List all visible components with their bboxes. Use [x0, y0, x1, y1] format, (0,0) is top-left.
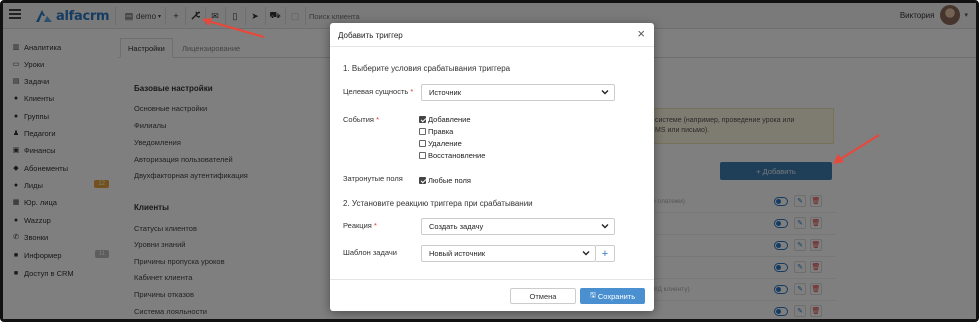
- dialog-title: Добавить триггер: [338, 31, 403, 40]
- checkbox-checked-icon[interactable]: [419, 177, 426, 184]
- chevron-down-icon: [582, 251, 590, 256]
- task-template-select[interactable]: Новый источник: [421, 245, 596, 262]
- any-fields-checkbox[interactable]: Любые поля: [419, 175, 471, 186]
- checkbox-icon[interactable]: [419, 140, 426, 147]
- label-text: Реакция: [343, 221, 372, 230]
- annotation-arrow-icon: [833, 134, 880, 164]
- required-marker: *: [410, 87, 414, 96]
- step-2-title: 2. Установите реакцию триггера при сраба…: [343, 199, 533, 208]
- checkbox-checked-icon[interactable]: [419, 116, 426, 123]
- checkbox-label: Добавление: [428, 115, 471, 124]
- checkbox-icon[interactable]: [419, 152, 426, 159]
- select-value: Новый источник: [429, 249, 486, 258]
- event-checkbox-edit[interactable]: Правка: [419, 126, 453, 137]
- label-text: События: [343, 115, 374, 124]
- affected-fields-label: Затронутые поля: [343, 174, 403, 183]
- app-window: alfacrm ▤ demo ▾ + ✉ ▯ ➤ ⛟ ▢ Виктория: [0, 0, 979, 322]
- checkbox-icon[interactable]: [419, 128, 426, 135]
- save-button[interactable]: 🖫 Сохранить: [580, 288, 645, 304]
- select-value: Источник: [429, 88, 462, 97]
- event-checkbox-add[interactable]: Добавление: [419, 114, 471, 125]
- target-entity-select[interactable]: Источник: [421, 84, 615, 101]
- checkbox-label: Удаление: [428, 139, 462, 148]
- save-label: Сохранить: [597, 291, 636, 301]
- chevron-down-icon: [601, 90, 609, 95]
- events-label: События *: [343, 115, 379, 124]
- floppy-disk-icon: 🖫: [589, 291, 596, 299]
- step-1-title: 1. Выберите условия срабатывания триггер…: [343, 64, 511, 73]
- label-text: Целевая сущность: [343, 87, 409, 96]
- add-template-button[interactable]: +: [596, 245, 615, 262]
- close-icon[interactable]: ×: [637, 27, 645, 41]
- add-trigger-dialog: Добавить триггер × 1. Выберите условия с…: [330, 23, 654, 311]
- required-marker: *: [373, 221, 377, 230]
- plus-icon: +: [601, 247, 609, 260]
- reaction-select[interactable]: Создать задачу: [421, 218, 615, 235]
- reaction-label: Реакция *: [343, 221, 377, 230]
- checkbox-label: Правка: [428, 127, 454, 136]
- cancel-button[interactable]: Отмена: [510, 288, 576, 304]
- select-value: Создать задачу: [429, 222, 484, 231]
- required-marker: *: [376, 115, 379, 124]
- checkbox-label: Любые поля: [428, 176, 471, 185]
- event-checkbox-delete[interactable]: Удаление: [419, 138, 462, 149]
- chevron-down-icon: [601, 224, 609, 229]
- dialog-header: Добавить триггер ×: [330, 23, 654, 47]
- task-template-label: Шаблон задачи: [343, 248, 397, 257]
- annotation-arrow-icon: [202, 18, 265, 39]
- target-entity-label: Целевая сущность *: [343, 87, 413, 96]
- checkbox-label: Восстановление: [428, 151, 486, 160]
- event-checkbox-restore[interactable]: Восстановление: [419, 150, 485, 161]
- dialog-footer-divider: [330, 279, 654, 280]
